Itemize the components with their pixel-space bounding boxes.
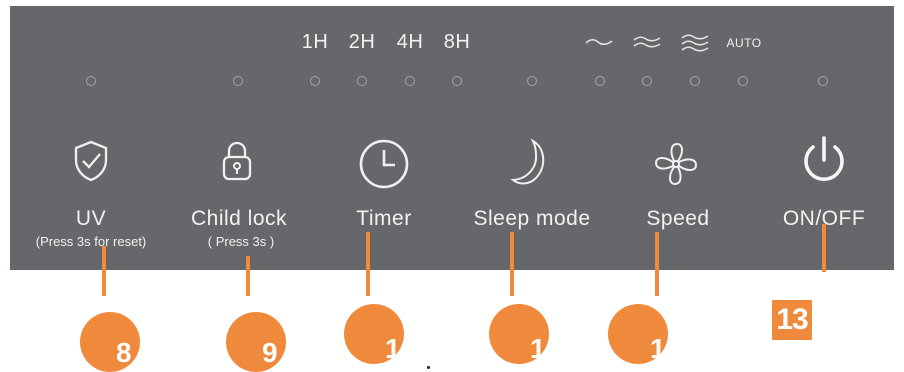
callout-number-speed: 1 xyxy=(650,333,666,364)
callout-line-power xyxy=(822,224,826,272)
timer-8h-label: 8H xyxy=(443,31,471,53)
speed-auto-indicator-light xyxy=(738,76,748,86)
power-indicator-light xyxy=(818,76,828,86)
stray-dot xyxy=(427,366,430,369)
callout-line-child-lock xyxy=(246,256,250,296)
timer-1h-indicator-light xyxy=(310,76,320,86)
timer-8h-indicator-light xyxy=(452,76,462,86)
timer-4h-label: 4H xyxy=(396,31,424,53)
wave-medium-icon xyxy=(633,36,661,48)
sleep-mode-button[interactable]: Sleep mode xyxy=(473,207,590,231)
sleep-indicator-light xyxy=(527,76,537,86)
padlock-icon[interactable] xyxy=(221,140,253,182)
fan-icon[interactable] xyxy=(653,141,699,187)
timer-2h-indicator-light xyxy=(357,76,367,86)
power-icon[interactable] xyxy=(799,134,849,188)
callout-number-child-lock: 9 xyxy=(262,337,278,368)
callout-number-power: 13 xyxy=(772,300,812,340)
child-lock-indicator-light xyxy=(233,76,243,86)
callout-number-uv: 8 xyxy=(116,337,132,368)
speed-auto-label: AUTO xyxy=(726,36,762,50)
wave-high-icon xyxy=(681,34,709,52)
moon-icon[interactable] xyxy=(510,138,550,188)
callout-line-sleep xyxy=(510,232,514,296)
uv-hint: (Press 3s for reset) xyxy=(35,234,147,249)
wave-low-icon xyxy=(585,39,613,45)
callout-line-uv xyxy=(102,246,106,296)
timer-2h-label: 2H xyxy=(348,31,376,53)
uv-button[interactable]: UV xyxy=(76,207,106,231)
shield-check-icon[interactable] xyxy=(73,140,109,182)
callout-number-timer: 1 xyxy=(385,333,401,364)
callout-number-sleep: 1 xyxy=(530,333,546,364)
timer-button[interactable]: Timer xyxy=(356,207,411,231)
speed-high-indicator-light xyxy=(690,76,700,86)
speed-button[interactable]: Speed xyxy=(646,207,709,231)
timer-1h-label: 1H xyxy=(301,31,329,53)
timer-4h-indicator-light xyxy=(405,76,415,86)
clock-icon[interactable] xyxy=(357,137,411,191)
speed-low-indicator-light xyxy=(595,76,605,86)
child-lock-button[interactable]: Child lock xyxy=(191,207,287,231)
callout-line-speed xyxy=(655,232,659,296)
child-lock-hint: ( Press 3s ) xyxy=(207,234,275,249)
callout-line-timer xyxy=(366,232,370,296)
uv-indicator-light xyxy=(86,76,96,86)
speed-medium-indicator-light xyxy=(642,76,652,86)
